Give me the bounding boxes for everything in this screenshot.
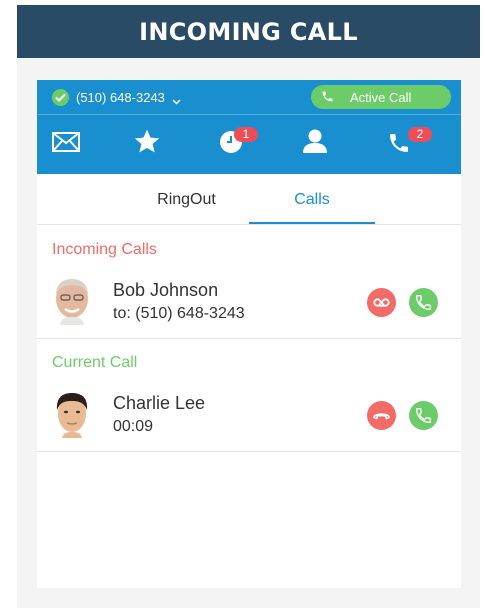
chevron-down-icon[interactable]	[172, 92, 181, 110]
tab-ringout[interactable]: RingOut	[129, 174, 244, 222]
star-icon	[134, 129, 160, 153]
tab-calls[interactable]: Calls	[249, 174, 375, 224]
incoming-call-item[interactable]: Bob Johnson to: (510) 648-3243	[37, 268, 461, 339]
nav-contacts[interactable]	[302, 128, 328, 159]
answer-button[interactable]	[409, 288, 438, 317]
voicemail-icon	[373, 298, 390, 307]
hangup-button[interactable]	[367, 401, 396, 430]
phone-icon	[415, 294, 432, 311]
status-row: (510) 648-3243 Active Call	[37, 80, 461, 115]
phone-icon	[321, 90, 334, 108]
answer-button[interactable]	[409, 401, 438, 430]
banner-title: INCOMING CALL	[139, 17, 358, 46]
call-duration: 00:09	[113, 418, 154, 435]
active-call-label: Active Call	[350, 90, 412, 105]
person-icon	[303, 129, 327, 153]
caller-detail: to: (510) 648-3243	[113, 305, 245, 322]
voicemail-button[interactable]	[367, 288, 396, 317]
call-tabs: RingOut Calls	[37, 174, 461, 225]
history-badge: 1	[234, 127, 258, 142]
nav-messages[interactable]	[52, 132, 80, 157]
avatar	[52, 277, 92, 325]
incoming-calls-heading: Incoming Calls	[52, 241, 157, 258]
avatar	[52, 390, 92, 438]
caller-name: Bob Johnson	[113, 280, 219, 300]
nav-favorites[interactable]	[133, 128, 161, 160]
online-status-icon	[52, 89, 69, 106]
caller-name: Charlie Lee	[113, 393, 206, 413]
hang-up-icon	[373, 413, 390, 420]
dialer-badge: 2	[408, 127, 432, 142]
current-call-heading: Current Call	[52, 354, 138, 371]
envelope-icon	[52, 132, 80, 152]
phone-app: (510) 648-3243 Active Call 1 2 RingOut C…	[37, 80, 461, 588]
page-banner: INCOMING CALL	[17, 5, 480, 58]
nav-bar: 1 2	[37, 115, 461, 174]
active-call-button[interactable]: Active Call	[311, 85, 451, 109]
current-call-item[interactable]: Charlie Lee 00:09	[37, 381, 461, 452]
my-phone-number[interactable]: (510) 648-3243	[76, 90, 165, 105]
app-header: (510) 648-3243 Active Call 1 2	[37, 80, 461, 174]
phone-icon	[415, 407, 432, 424]
